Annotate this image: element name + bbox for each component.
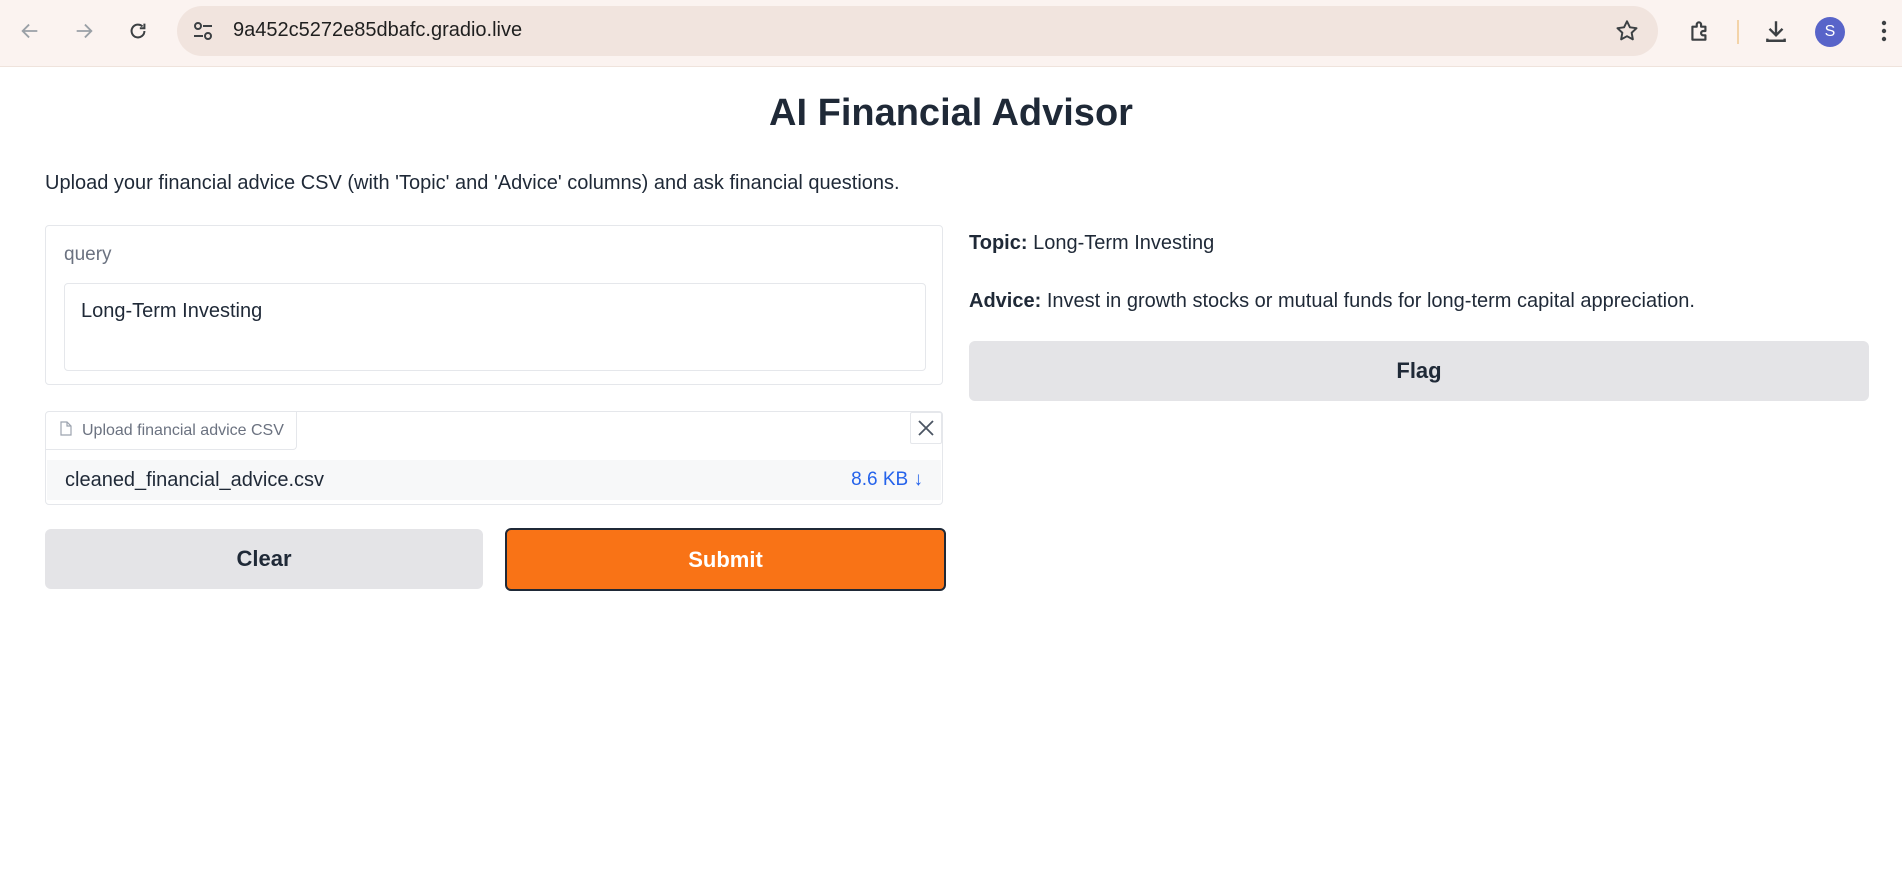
page-title: AI Financial Advisor [769,92,1133,134]
profile-avatar[interactable]: S [1815,17,1845,47]
query-field-block: query Long-Term Investing [45,225,943,385]
menu-kebab-icon[interactable] [1866,13,1902,49]
query-label: query [64,244,112,265]
file-download-link[interactable]: 8.6 KB ↓ [851,469,923,491]
address-bar[interactable]: 9a452c5272e85dbafc.gradio.live [177,6,1658,56]
clear-button[interactable]: Clear [45,529,483,589]
file-upload-label-text: Upload financial advice CSV [82,421,284,439]
file-upload-label: Upload financial advice CSV [46,412,297,450]
query-input[interactable]: Long-Term Investing [64,283,926,371]
close-icon[interactable] [910,412,942,444]
submit-button[interactable]: Submit [505,528,946,591]
flag-button[interactable]: Flag [969,341,1869,401]
forward-arrow-icon[interactable] [66,13,102,49]
bookmark-star-icon[interactable] [1614,18,1640,49]
output-topic: Topic: Long-Term Investing [969,232,1214,255]
download-icon[interactable] [1758,13,1794,49]
reload-icon[interactable] [120,13,156,49]
topic-label: Topic: [969,232,1028,254]
url-text[interactable]: 9a452c5272e85dbafc.gradio.live [233,19,522,42]
toolbar-divider [1737,20,1739,44]
topic-value: Long-Term Investing [1033,232,1215,254]
file-name: cleaned_financial_advice.csv [65,468,325,491]
back-arrow-icon[interactable] [12,13,48,49]
extensions-icon[interactable] [1682,13,1718,49]
page-description: Upload your financial advice CSV (with '… [45,172,900,194]
site-settings-icon[interactable] [191,19,215,48]
file-upload-block: Upload financial advice CSV cleaned_fina… [45,411,943,505]
output-advice: Advice: Invest in growth stocks or mutua… [969,290,1695,313]
advice-value: Invest in growth stocks or mutual funds … [1046,290,1695,312]
file-icon [60,420,72,441]
browser-toolbar: 9a452c5272e85dbafc.gradio.live S [0,0,1902,67]
uploaded-file-row: cleaned_financial_advice.csv 8.6 KB ↓ [47,460,941,500]
advice-label: Advice: [969,290,1042,312]
